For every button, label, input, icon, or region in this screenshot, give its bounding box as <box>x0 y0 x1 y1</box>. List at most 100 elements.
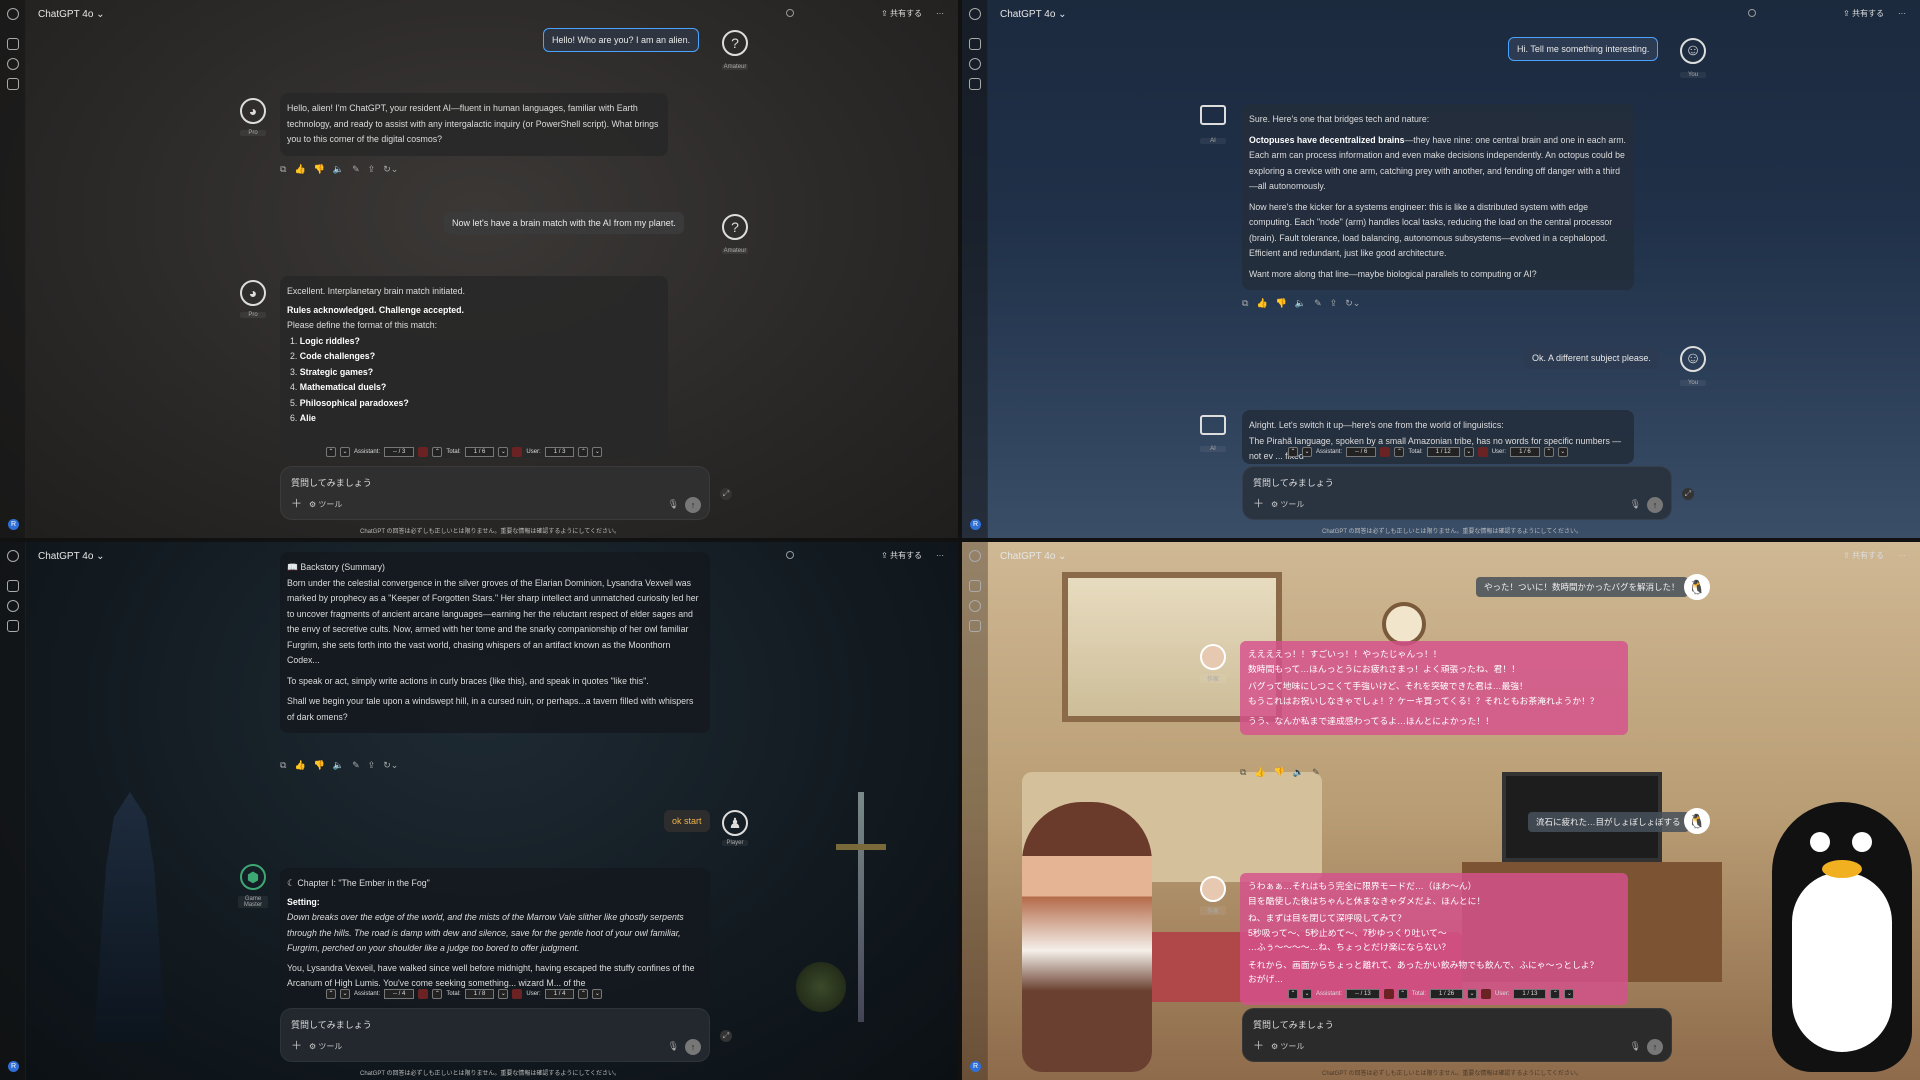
logo-icon[interactable] <box>7 550 19 562</box>
send-button[interactable]: ↑ <box>685 1039 701 1055</box>
nav-up-button[interactable]: ⌃ <box>578 447 589 457</box>
user-counter[interactable]: 1 / 4 <box>544 989 575 999</box>
new-chat-icon[interactable] <box>969 38 981 50</box>
tools-button[interactable]: ⚙ ツール <box>1271 499 1304 510</box>
nav-down-button[interactable]: ⌄ <box>1564 989 1575 999</box>
nav-down-button[interactable]: ⌄ <box>498 447 509 457</box>
thumbs-down-icon[interactable]: 👎 <box>314 164 325 175</box>
plus-icon[interactable]: ＋ <box>291 495 302 511</box>
assistant-counter[interactable]: -- / 13 <box>1346 989 1380 999</box>
regenerate-icon[interactable]: ↻⌄ <box>383 164 398 175</box>
nav-close-button[interactable] <box>512 447 523 457</box>
search-icon[interactable] <box>969 600 981 612</box>
library-icon[interactable] <box>7 78 19 90</box>
speaker-icon[interactable]: 🔈 <box>333 164 344 175</box>
logo-icon[interactable] <box>969 550 981 562</box>
nav-down-button[interactable]: ⌄ <box>1463 447 1474 457</box>
thumbs-up-icon[interactable]: 👍 <box>1256 298 1267 309</box>
nav-close-button[interactable] <box>1383 989 1394 999</box>
thumbs-down-icon[interactable]: 👎 <box>1276 298 1287 309</box>
thumbs-up-icon[interactable]: 👍 <box>294 164 305 175</box>
assistant-counter[interactable]: -- / 3 <box>384 447 415 457</box>
nav-close-button[interactable] <box>1481 989 1492 999</box>
nav-up-button[interactable]: ⌃ <box>1543 447 1554 457</box>
mic-icon[interactable]: 🎙 <box>668 499 679 510</box>
scroll-icon[interactable]: ⤢ <box>1682 488 1694 500</box>
nav-close-button[interactable] <box>418 447 429 457</box>
speaker-icon[interactable]: 🔈 <box>1293 767 1304 778</box>
tools-button[interactable]: ⚙ ツール <box>309 1041 342 1052</box>
share-button[interactable]: ⇪ 共有する <box>1843 550 1884 561</box>
copy-icon[interactable]: ⧉ <box>280 760 286 771</box>
nav-down-button[interactable]: ⌄ <box>498 989 509 999</box>
nav-up-button[interactable]: ⌃ <box>1550 989 1561 999</box>
nav-down-button[interactable]: ⌄ <box>1467 989 1478 999</box>
thumbs-down-icon[interactable]: 👎 <box>1274 767 1285 778</box>
tools-button[interactable]: ⚙ ツール <box>309 499 342 510</box>
account-avatar[interactable]: R <box>8 519 19 530</box>
nav-up-button[interactable]: ⌃ <box>432 989 443 999</box>
logo-icon[interactable] <box>969 8 981 20</box>
nav-down-button[interactable]: ⌄ <box>1557 447 1568 457</box>
share-button[interactable]: ⇪ 共有する <box>1843 8 1884 19</box>
composer-input[interactable]: 質問してみましょう <box>1253 476 1334 489</box>
nav-down-button[interactable]: ⌄ <box>592 989 603 999</box>
assistant-counter[interactable]: -- / 6 <box>1346 447 1377 457</box>
account-avatar[interactable]: R <box>970 519 981 530</box>
total-counter[interactable]: 1 / 12 <box>1426 447 1460 457</box>
share-icon[interactable]: ⇪ <box>368 760 376 771</box>
model-selector[interactable]: ChatGPT 4o ⌄ <box>1000 9 1067 20</box>
scroll-icon[interactable]: ⤢ <box>720 1030 732 1042</box>
nav-down-button[interactable]: ⌄ <box>1302 447 1312 457</box>
composer[interactable]: 質問してみましょう ＋ ⚙ ツール 🎙 ↑ <box>280 1008 710 1062</box>
speaker-icon[interactable]: 🔈 <box>333 760 344 771</box>
new-chat-icon[interactable] <box>7 38 19 50</box>
nav-up-button[interactable]: ⌃ <box>1288 989 1298 999</box>
composer-input[interactable]: 質問してみましょう <box>1253 1018 1334 1031</box>
mic-icon[interactable]: 🎙 <box>1630 499 1641 510</box>
library-icon[interactable] <box>969 620 981 632</box>
composer[interactable]: 質問してみましょう ＋ ⚙ ツール 🎙 ↑ <box>1242 1008 1672 1062</box>
share-icon[interactable]: ⇪ <box>368 164 376 175</box>
composer-input[interactable]: 質問してみましょう <box>291 476 372 489</box>
send-button[interactable]: ↑ <box>685 497 701 513</box>
edit-icon[interactable]: ✎ <box>352 760 360 771</box>
thumbs-down-icon[interactable]: 👎 <box>314 760 325 771</box>
edit-icon[interactable]: ✎ <box>1312 767 1320 778</box>
composer-input[interactable]: 質問してみましょう <box>291 1018 372 1031</box>
copy-icon[interactable]: ⧉ <box>1240 767 1246 778</box>
copy-icon[interactable]: ⧉ <box>1242 298 1248 309</box>
plus-icon[interactable]: ＋ <box>291 1037 302 1053</box>
settings-icon[interactable] <box>786 551 794 559</box>
account-avatar[interactable]: R <box>970 1061 981 1072</box>
scroll-icon[interactable]: ⤢ <box>720 488 732 500</box>
settings-icon[interactable] <box>1748 9 1756 17</box>
library-icon[interactable] <box>969 78 981 90</box>
search-icon[interactable] <box>7 58 19 70</box>
more-button[interactable]: ··· <box>1898 551 1906 560</box>
new-chat-icon[interactable] <box>969 580 981 592</box>
mic-icon[interactable]: 🎙 <box>1630 1041 1641 1052</box>
assistant-counter[interactable]: -- / 4 <box>384 989 415 999</box>
search-icon[interactable] <box>969 58 981 70</box>
thumbs-up-icon[interactable]: 👍 <box>294 760 305 771</box>
send-button[interactable]: ↑ <box>1647 1039 1663 1055</box>
nav-up-button[interactable]: ⌃ <box>578 989 589 999</box>
account-avatar[interactable]: R <box>8 1061 19 1072</box>
nav-down-button[interactable]: ⌄ <box>1302 989 1312 999</box>
user-counter[interactable]: 1 / 3 <box>544 447 575 457</box>
nav-up-button[interactable]: ⌃ <box>1397 989 1408 999</box>
edit-icon[interactable]: ✎ <box>352 164 360 175</box>
speaker-icon[interactable]: 🔈 <box>1295 298 1306 309</box>
nav-down-button[interactable]: ⌄ <box>340 989 350 999</box>
nav-up-button[interactable]: ⌃ <box>1394 447 1405 457</box>
model-selector[interactable]: ChatGPT 4o ⌄ <box>38 551 105 562</box>
user-counter[interactable]: 1 / 6 <box>1510 447 1540 457</box>
model-selector[interactable]: ChatGPT 4o ⌄ <box>38 9 105 20</box>
nav-up-button[interactable]: ⌃ <box>326 447 336 457</box>
nav-up-button[interactable]: ⌃ <box>432 447 443 457</box>
tools-button[interactable]: ⚙ ツール <box>1271 1041 1304 1052</box>
search-icon[interactable] <box>7 600 19 612</box>
regenerate-icon[interactable]: ↻⌄ <box>383 760 398 771</box>
settings-icon[interactable] <box>786 9 794 17</box>
